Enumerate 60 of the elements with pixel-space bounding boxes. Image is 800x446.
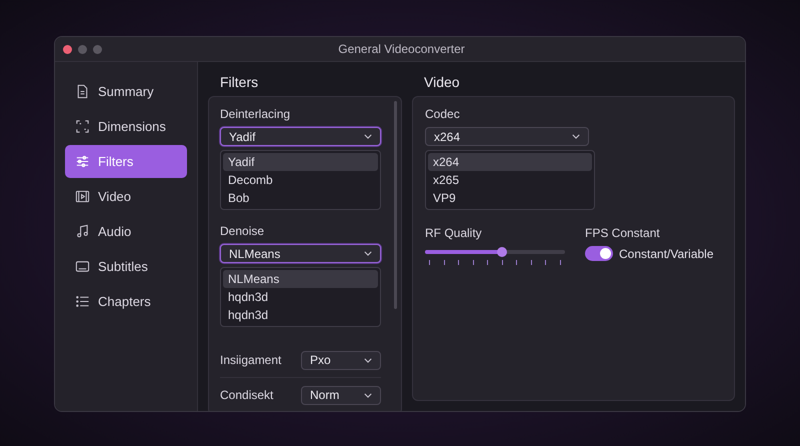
menu-option[interactable]: Yadif xyxy=(223,153,378,171)
tick-mark xyxy=(487,260,488,265)
sliders-icon xyxy=(75,154,90,169)
field-label: Deinterlacing xyxy=(220,107,292,121)
tick-mark xyxy=(444,260,445,265)
dropdown[interactable]: x264 xyxy=(425,127,589,146)
menu-option[interactable]: VP9 xyxy=(428,189,592,207)
sidebar-item[interactable]: Filters xyxy=(65,145,187,178)
field-label: Condisekt xyxy=(220,388,274,402)
toggle-label: Constant/Variable xyxy=(619,246,714,260)
sidebar-item[interactable]: Dimensions xyxy=(65,110,187,143)
chevron-icon xyxy=(572,134,580,139)
sidebar-item[interactable]: Subtitles xyxy=(65,250,187,283)
sidebar-item[interactable]: Video xyxy=(65,180,187,213)
document-icon xyxy=(75,84,90,99)
menu-option[interactable]: Decomb xyxy=(223,171,378,189)
sidebar-item[interactable]: Chapters xyxy=(65,285,187,318)
menu-option[interactable]: x264 xyxy=(428,153,592,171)
field-label: Insiigament xyxy=(220,353,282,367)
field-label: Codec xyxy=(425,107,461,121)
minimize-button[interactable] xyxy=(78,44,87,54)
section-title: Video xyxy=(423,74,461,90)
quality-slider[interactable] xyxy=(425,250,565,254)
menu-option[interactable]: Bob xyxy=(223,189,378,207)
list-icon xyxy=(75,294,90,309)
menu-option[interactable]: hqdn3d xyxy=(223,306,378,324)
tick-mark xyxy=(502,260,503,265)
zoom-button[interactable] xyxy=(93,44,102,54)
menu-option[interactable]: NLMeans xyxy=(223,270,378,288)
tick-mark xyxy=(560,260,561,265)
chevron-icon xyxy=(364,358,372,362)
window-title: General Videoconverter xyxy=(338,42,465,56)
screen-icon xyxy=(75,259,90,274)
chevron-icon xyxy=(364,134,372,139)
sidebar-item[interactable]: Audio xyxy=(65,215,187,248)
field-label: RF Quality xyxy=(425,226,483,240)
dropdown[interactable]: NLMeans xyxy=(220,244,381,263)
close-button[interactable] xyxy=(63,44,72,54)
chevron-icon xyxy=(364,392,372,398)
menu-option[interactable]: hqdn3d xyxy=(223,288,378,306)
tick-mark xyxy=(472,260,474,265)
frame-icon xyxy=(75,119,90,134)
dropdown[interactable]: Pxo xyxy=(301,350,381,370)
toggle-switch[interactable] xyxy=(585,246,613,261)
tick-mark xyxy=(429,260,430,265)
tick-mark xyxy=(458,260,460,265)
film-icon xyxy=(75,189,90,204)
tick-mark xyxy=(545,260,546,265)
scrollbar[interactable] xyxy=(394,101,397,309)
dropdown[interactable]: Norm xyxy=(301,386,381,404)
dropdown[interactable]: Yadif xyxy=(220,127,381,146)
field-label: Denoise xyxy=(220,224,266,238)
field-label: FPS Constant xyxy=(585,226,661,240)
tick-mark xyxy=(516,260,518,265)
music-note-icon xyxy=(75,224,90,239)
tick-mark xyxy=(530,260,532,265)
sidebar-item[interactable]: Summary xyxy=(65,75,187,108)
section-title: Filters xyxy=(219,74,260,90)
chevron-icon xyxy=(364,251,372,256)
menu-option[interactable]: x265 xyxy=(428,171,592,189)
